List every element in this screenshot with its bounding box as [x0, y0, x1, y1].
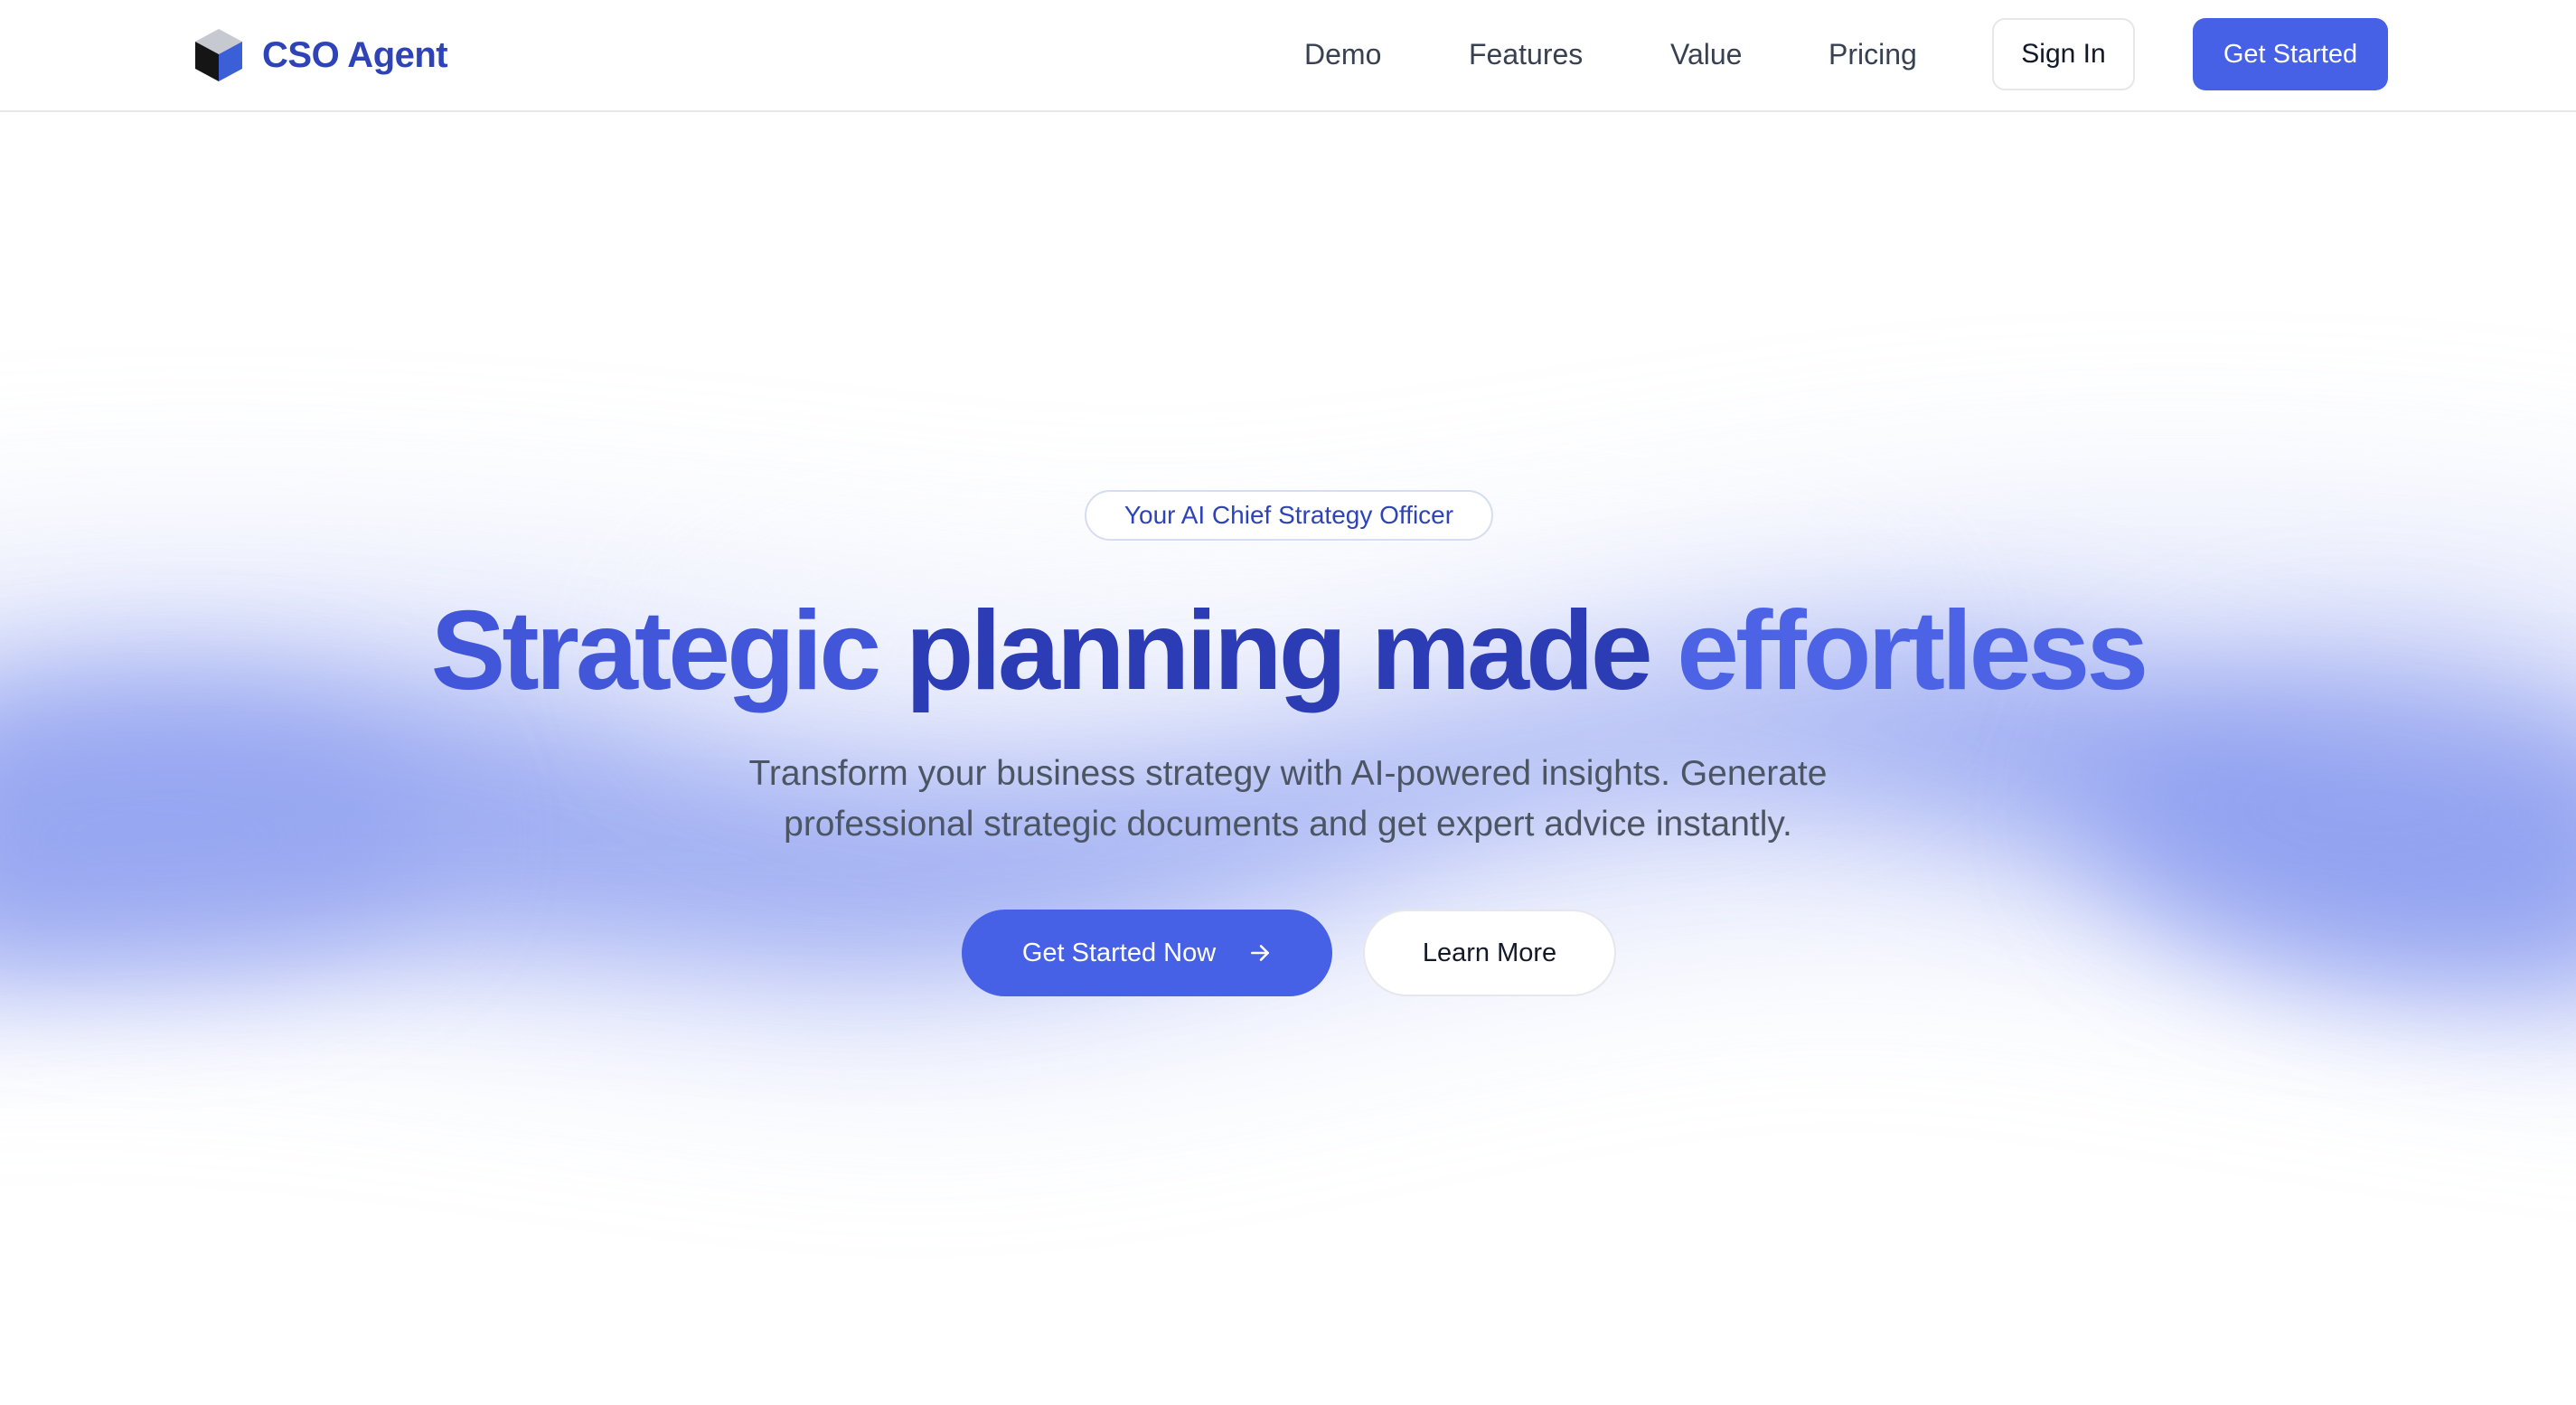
headline-part-planning: planning made [905, 589, 1678, 713]
top-navigation: CSO Agent Demo Features Value Pricing Si… [0, 0, 2576, 112]
brand-name: CSO Agent [262, 34, 448, 75]
get-started-button[interactable]: Get Started [2193, 18, 2388, 90]
nav-link-demo[interactable]: Demo [1304, 33, 1381, 76]
sign-in-button[interactable]: Sign In [1992, 18, 2135, 90]
nav-link-features[interactable]: Features [1469, 33, 1583, 76]
arrow-right-icon [1251, 945, 1270, 961]
get-started-now-button[interactable]: Get Started Now [962, 910, 1332, 996]
hero-section: Your AI Chief Strategy Officer Strategic… [0, 114, 2576, 1405]
headline-part-effortless: effortless [1677, 589, 2148, 713]
nav-link-value[interactable]: Value [1670, 33, 1742, 76]
get-started-now-label: Get Started Now [1021, 938, 1217, 967]
subtitle-line-1: Transform your business strategy with AI… [748, 754, 1828, 793]
cube-logo-icon [195, 29, 242, 81]
hero-headline: Strategic planning made effortless [0, 588, 2576, 714]
tagline-badge: Your AI Chief Strategy Officer [1085, 490, 1493, 541]
nav-link-pricing[interactable]: Pricing [1829, 33, 1917, 76]
brand-link[interactable]: CSO Agent [193, 25, 448, 85]
subtitle-line-2: professional strategic documents and get… [784, 805, 1792, 844]
hero-subtitle: Transform your business strategy with AI… [655, 749, 1921, 850]
learn-more-button[interactable]: Learn More [1363, 910, 1616, 996]
headline-part-strategic: Strategic [430, 589, 906, 713]
